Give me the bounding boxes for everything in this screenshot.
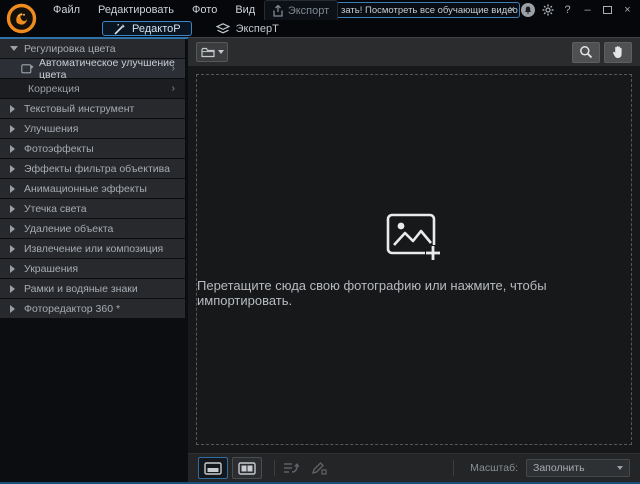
tooltip-close-icon[interactable]: ×	[509, 4, 515, 17]
settings-gear-icon[interactable]	[539, 1, 556, 19]
sidebar-section-label: Анимационные эффекты	[24, 183, 147, 195]
notification-text: зать! Посмотреть все обучающие видео мож…	[341, 5, 520, 16]
sidebar-section-label: Эффекты фильтра объектива	[24, 163, 170, 175]
sidebar-section-frames-watermarks[interactable]: Рамки и водяные знаки	[0, 279, 185, 298]
hand-icon	[612, 45, 625, 59]
menu-photo[interactable]: Фото	[183, 0, 226, 20]
folder-icon	[201, 47, 215, 58]
sidebar-section-animation-effects[interactable]: Анимационные эффекты	[0, 179, 185, 198]
sidebar-section-enhancements[interactable]: Улучшения	[0, 119, 185, 138]
auto-enhance-icon	[21, 63, 34, 74]
canvas-toolbar	[188, 38, 640, 66]
menu-edit[interactable]: Редактировать	[89, 0, 183, 20]
window-controls: ? – ×	[519, 0, 636, 20]
export-label: Экспорт	[288, 5, 329, 17]
chevron-right-icon: ›	[172, 63, 175, 74]
chevron-right-icon	[10, 105, 15, 113]
sidebar-section-lens-filter-effects[interactable]: Эффекты фильтра объектива	[0, 159, 185, 178]
tab-expert-label: ЭксперТ	[236, 23, 279, 35]
tab-editor-label: РедактоР	[132, 23, 181, 35]
dropzone-text: Перетащите сюда свою фотографию или нажм…	[197, 278, 631, 308]
import-dropzone[interactable]: Перетащите сюда свою фотографию или нажм…	[196, 74, 632, 445]
sidebar-section-label: Извлечение или композиция	[24, 243, 163, 255]
add-photo-icon	[385, 212, 443, 262]
sidebar-section-label: Улучшения	[24, 123, 78, 135]
sidebar-section-color-adjustment[interactable]: Регулировка цвета	[0, 39, 185, 58]
dropdown-caret-icon	[617, 466, 623, 470]
photo-canvas: Перетащите сюда свою фотографию или нажм…	[188, 66, 640, 453]
sidebar-item-label: Коррекция	[28, 83, 80, 95]
sidebar-section-label: Утечка света	[24, 203, 87, 215]
separator	[274, 460, 275, 476]
sidebar-section-label: Украшения	[24, 263, 78, 275]
zoom-tool-button[interactable]	[572, 42, 600, 63]
compare-view-icon	[238, 462, 256, 475]
compare-view-button[interactable]	[232, 457, 262, 479]
status-bar: Масштаб: Заполнить	[188, 453, 640, 482]
magnifier-icon	[579, 45, 593, 59]
apply-to-all-icon	[283, 461, 299, 475]
main-area: Перетащите сюда свою фотографию или нажм…	[188, 37, 640, 482]
magic-wand-icon	[113, 23, 126, 35]
sidebar-section-label: Регулировка цвета	[24, 43, 116, 55]
dropdown-caret-icon	[218, 50, 224, 54]
chevron-down-icon	[10, 46, 18, 51]
upload-icon	[273, 5, 283, 17]
sidebar-section-text-tool[interactable]: Текстовый инструмент	[0, 99, 185, 118]
chevron-right-icon	[10, 165, 15, 173]
sidebar-section-extract-compose[interactable]: Извлечение или композиция	[0, 239, 185, 258]
chevron-right-icon	[10, 145, 15, 153]
sidebar-section-label: Удаление объекта	[24, 223, 113, 235]
sidebar-section-photo-effects[interactable]: Фотоэффекты	[0, 139, 185, 158]
draw-tool-icon	[311, 461, 327, 475]
sidebar-item-correction[interactable]: Коррекция ›	[0, 79, 185, 98]
open-file-button[interactable]	[196, 42, 228, 62]
chevron-right-icon	[10, 265, 15, 273]
sidebar-section-label: Рамки и водяные знаки	[24, 283, 138, 295]
help-icon[interactable]: ?	[559, 1, 576, 19]
sidebar-section-object-removal[interactable]: Удаление объекта	[0, 219, 185, 238]
sidebar-item-auto-color-enhance[interactable]: Автоматическое улучшение цвета ›	[0, 59, 185, 78]
sidebar-section-light-leak[interactable]: Утечка света	[0, 199, 185, 218]
app-window: Файл Редактировать Фото Вид Справка	[0, 0, 640, 484]
chevron-right-icon	[10, 185, 15, 193]
layers-icon	[216, 23, 230, 35]
chevron-right-icon	[10, 225, 15, 233]
close-icon[interactable]: ×	[619, 1, 636, 19]
menu-view[interactable]: Вид	[226, 0, 264, 20]
mode-tab-bar: РедактоР ЭксперТ	[0, 20, 640, 37]
single-view-button[interactable]	[198, 457, 228, 479]
scale-value: Заполнить	[533, 462, 585, 474]
single-view-icon	[204, 462, 222, 475]
sidebar-section-photo-editor-360[interactable]: Фоторедактор 360 *	[0, 299, 185, 318]
maximize-icon[interactable]	[599, 1, 616, 19]
tab-editor[interactable]: РедактоР	[102, 21, 192, 36]
chevron-right-icon	[10, 125, 15, 133]
chevron-right-icon	[10, 245, 15, 253]
chevron-right-icon	[10, 285, 15, 293]
sidebar-item-label: Автоматическое улучшение цвета	[39, 57, 185, 81]
menu-file[interactable]: Файл	[44, 0, 89, 20]
sidebar-section-label: Фоторедактор 360 *	[24, 303, 120, 315]
app-logo-icon	[6, 3, 37, 34]
export-button[interactable]: Экспорт	[264, 0, 338, 20]
tools-sidebar: Регулировка цвета Автоматическое улучшен…	[0, 37, 188, 482]
sidebar-section-label: Фотоэффекты	[24, 143, 94, 155]
chevron-right-icon	[10, 205, 15, 213]
pan-tool-button[interactable]	[604, 42, 632, 63]
workspace: Регулировка цвета Автоматическое улучшен…	[0, 37, 640, 482]
chevron-right-icon	[10, 305, 15, 313]
separator	[453, 460, 454, 476]
sidebar-section-label: Текстовый инструмент	[24, 103, 134, 115]
chevron-right-icon: ›	[172, 83, 175, 94]
minimize-icon[interactable]: –	[579, 1, 596, 19]
scale-label: Масштаб:	[470, 462, 518, 474]
scale-dropdown[interactable]: Заполнить	[526, 459, 630, 477]
notifications-icon[interactable]	[519, 1, 536, 19]
title-bar: Файл Редактировать Фото Вид Справка	[0, 0, 640, 20]
tab-expert[interactable]: ЭксперТ	[206, 21, 289, 36]
sidebar-section-decorations[interactable]: Украшения	[0, 259, 185, 278]
